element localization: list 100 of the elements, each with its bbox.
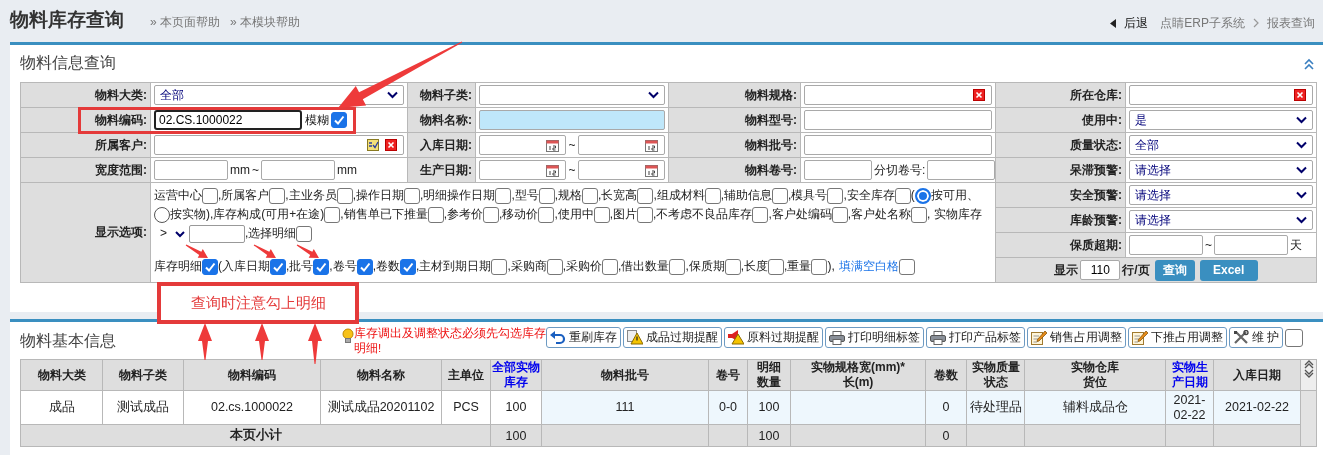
column-header[interactable]: 物料批号 <box>541 359 709 391</box>
input-field[interactable] <box>479 110 665 130</box>
radio-button[interactable] <box>154 206 170 223</box>
calendar-icon[interactable] <box>645 163 658 177</box>
input-field[interactable] <box>927 160 996 180</box>
checkbox[interactable] <box>538 187 555 204</box>
select-list-icon[interactable] <box>367 139 379 151</box>
calendar-icon[interactable] <box>546 138 560 152</box>
column-header[interactable]: 物料编码 <box>183 359 321 391</box>
toolbar-button[interactable]: 打印明细标签 <box>825 327 924 348</box>
checkbox[interactable] <box>811 258 828 275</box>
dropdown[interactable]: 全部 <box>1129 135 1313 155</box>
toolbar-button[interactable]: 销售占用调整 <box>1027 327 1126 348</box>
checkbox[interactable] <box>898 258 915 275</box>
input-field[interactable] <box>261 160 335 180</box>
checkbox[interactable] <box>336 187 353 204</box>
dropdown[interactable]: 请选择 <box>1129 185 1313 205</box>
input-field[interactable] <box>804 160 872 180</box>
clear-icon[interactable] <box>1294 89 1306 101</box>
clear-icon[interactable] <box>973 89 985 101</box>
toolbar-button[interactable]: 成品过期提醒 <box>623 327 722 348</box>
date-field[interactable] <box>479 135 567 155</box>
checkbox[interactable] <box>724 258 741 275</box>
dropdown[interactable]: > <box>160 224 185 243</box>
checkbox[interactable] <box>538 206 555 223</box>
checkbox[interactable] <box>827 187 844 204</box>
date-field[interactable] <box>577 160 665 180</box>
calendar-icon[interactable] <box>645 138 658 152</box>
radio-button[interactable] <box>914 187 931 204</box>
input-field[interactable] <box>1214 235 1288 255</box>
column-header[interactable]: 卷号 <box>708 359 748 391</box>
query-button[interactable]: 查询 <box>1154 259 1195 281</box>
input-field[interactable] <box>804 110 992 130</box>
dropdown[interactable]: 请选择 <box>1129 210 1313 230</box>
column-header[interactable]: 入库日期 <box>1213 359 1301 391</box>
column-header[interactable]: 实物仓库货位 <box>1024 359 1166 391</box>
checkbox[interactable] <box>491 258 508 275</box>
breadcrumb-link[interactable]: 报表查询 <box>1267 14 1315 32</box>
checkbox[interactable] <box>427 206 444 223</box>
input-field[interactable] <box>189 224 245 243</box>
toolbar-button[interactable]: 重刷库存 <box>546 327 621 348</box>
option-link[interactable]: 填满空白格 <box>838 259 899 273</box>
column-header[interactable]: 实物规格宽(mm)*长(m) <box>790 359 926 391</box>
clear-icon[interactable] <box>385 139 397 151</box>
checkbox[interactable] <box>768 258 785 275</box>
dropdown[interactable] <box>479 85 665 105</box>
sort-icon[interactable] <box>1303 360 1314 378</box>
dropdown[interactable]: 是 <box>1129 110 1313 130</box>
toolbar-button[interactable]: 下推占用调整 <box>1128 327 1227 348</box>
input-field[interactable] <box>804 85 992 105</box>
checkbox[interactable] <box>270 258 286 275</box>
checkbox[interactable] <box>202 258 218 275</box>
checkbox[interactable] <box>324 206 341 223</box>
help-link[interactable]: » 本模块帮助 <box>230 14 301 31</box>
input-field[interactable] <box>1129 85 1313 105</box>
checkbox[interactable] <box>911 206 928 223</box>
checkbox[interactable] <box>669 258 686 275</box>
input-field[interactable] <box>1129 235 1203 255</box>
input-field[interactable] <box>804 135 992 155</box>
column-header[interactable]: 明细数量 <box>747 359 791 391</box>
date-field[interactable] <box>577 135 665 155</box>
checkbox[interactable] <box>894 187 911 204</box>
checkbox[interactable] <box>637 206 654 223</box>
checkbox[interactable] <box>483 206 500 223</box>
checkbox[interactable] <box>704 187 721 204</box>
column-header[interactable]: 物料大类 <box>20 359 103 391</box>
toolbar-button[interactable]: 原料过期提醒 <box>724 327 823 348</box>
checkbox[interactable] <box>546 258 563 275</box>
input-field[interactable] <box>154 160 228 180</box>
checkbox[interactable] <box>772 187 789 204</box>
checkbox[interactable] <box>331 112 347 128</box>
toolbar-button[interactable]: 维 护 <box>1229 327 1284 348</box>
checkbox[interactable] <box>637 187 654 204</box>
checkbox[interactable] <box>831 206 848 223</box>
column-header[interactable]: 全部实物库存 <box>490 359 542 391</box>
toolbar-button[interactable]: 打印产品标签 <box>926 327 1025 348</box>
checkbox[interactable] <box>296 225 313 242</box>
checkbox[interactable] <box>495 187 512 204</box>
date-field[interactable] <box>479 160 567 180</box>
checkbox[interactable] <box>356 258 373 275</box>
checkbox[interactable] <box>269 187 286 204</box>
checkbox[interactable] <box>313 258 330 275</box>
column-header[interactable]: 实物生产日期 <box>1165 359 1214 391</box>
page-size-field[interactable]: 110 <box>1080 260 1121 280</box>
collapse-icon[interactable] <box>1303 57 1315 70</box>
column-header[interactable]: 主单位 <box>441 359 491 391</box>
checkbox[interactable] <box>400 258 417 275</box>
checkbox[interactable] <box>752 206 769 223</box>
input-field[interactable] <box>154 135 404 155</box>
checkbox[interactable] <box>404 187 421 204</box>
calendar-icon[interactable] <box>546 163 560 177</box>
column-header[interactable]: 实物质量状态 <box>966 359 1025 391</box>
checkbox[interactable] <box>582 187 599 204</box>
checkbox[interactable] <box>1285 328 1304 347</box>
column-header[interactable]: 卷数 <box>925 359 967 391</box>
column-header[interactable]: 物料名称 <box>320 359 442 391</box>
breadcrumb-link[interactable]: 点睛ERP子系统 <box>1160 14 1245 32</box>
input-field[interactable]: 02.CS.1000022 <box>154 110 302 130</box>
back-link[interactable]: 后退 <box>1124 14 1149 32</box>
help-link[interactable]: » 本页面帮助 <box>150 14 220 31</box>
